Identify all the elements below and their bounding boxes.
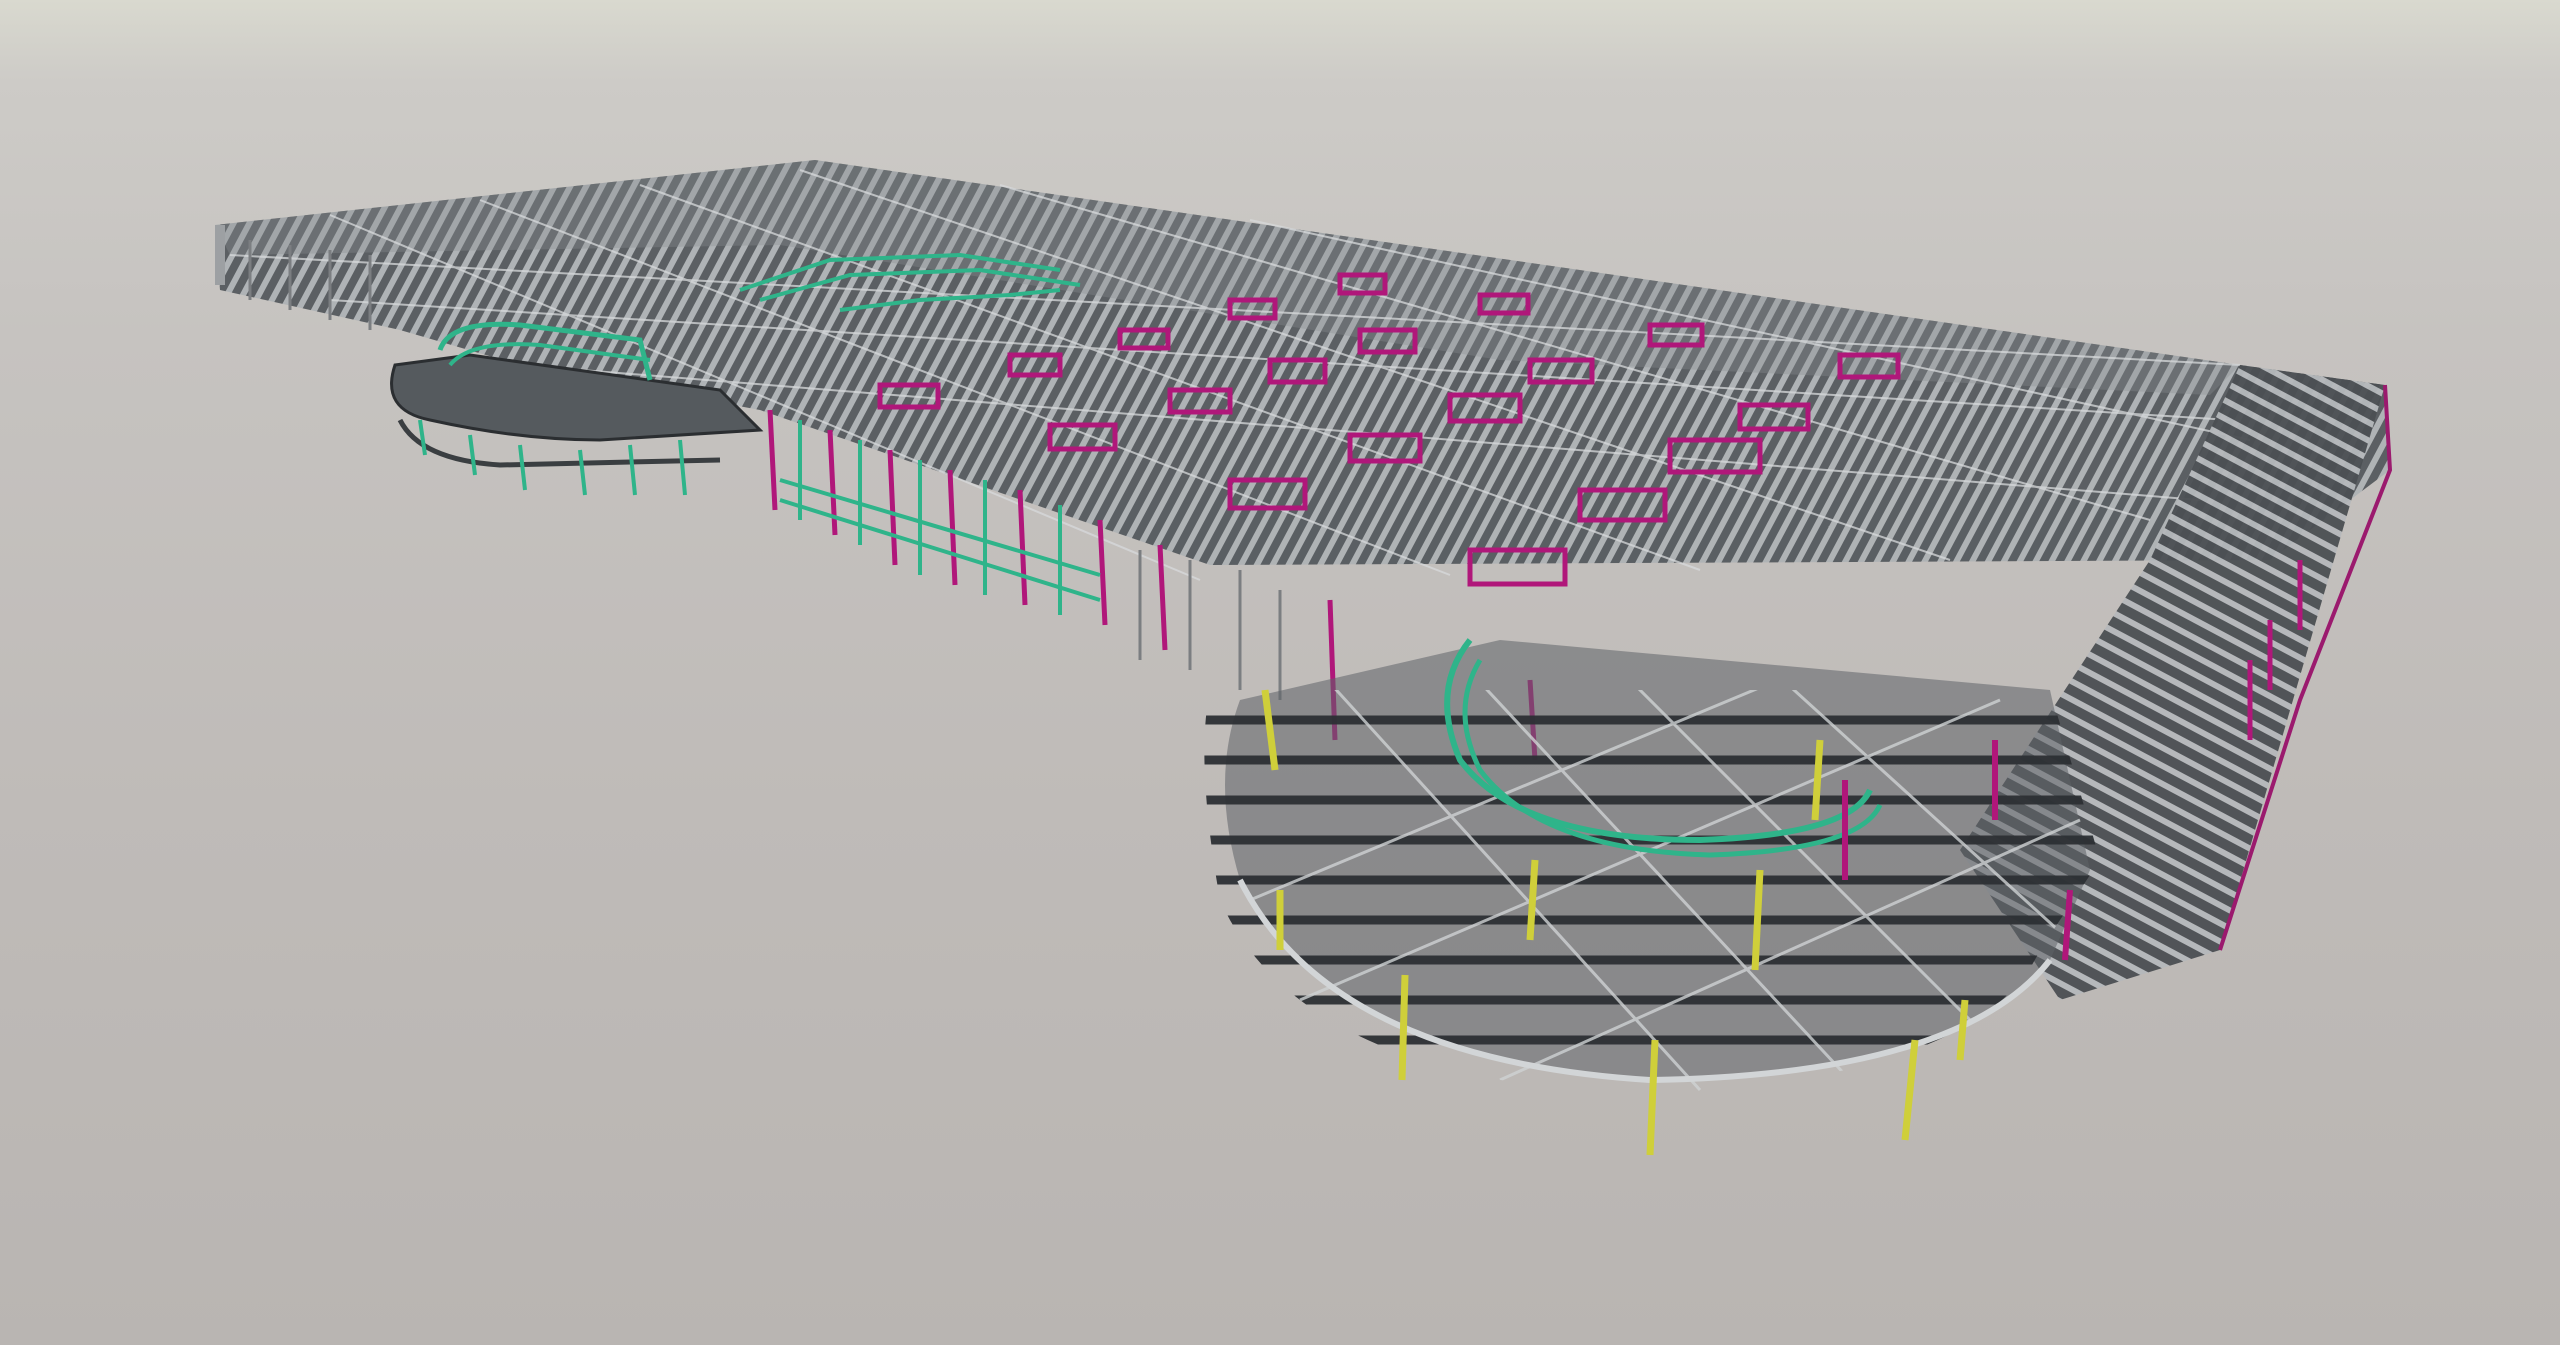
3d-model-viewport[interactable] xyxy=(0,0,2560,1345)
structural-steel-model[interactable] xyxy=(0,0,2560,1345)
lower-curved-annex xyxy=(1204,638,2100,1156)
